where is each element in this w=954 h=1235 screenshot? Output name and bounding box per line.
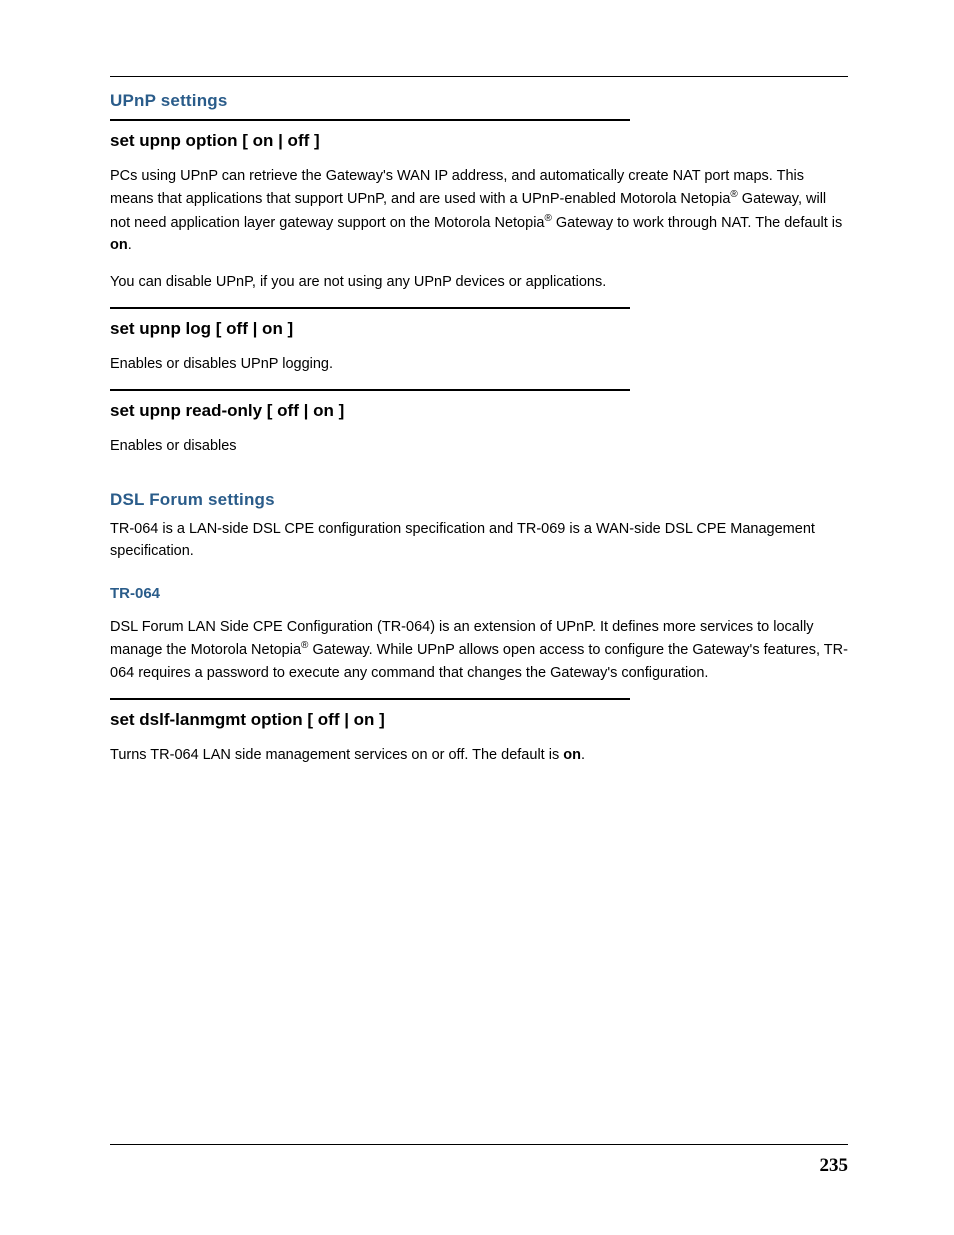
registered-mark: ® xyxy=(730,189,737,200)
divider-rule xyxy=(110,389,630,391)
cmd-set-upnp-log: set upnp log [ off | on ] xyxy=(110,319,848,339)
text-bold: on xyxy=(110,237,128,253)
upnp-option-description-2: You can disable UPnP, if you are not usi… xyxy=(110,271,848,293)
text-fragment: Turns TR-064 LAN side management service… xyxy=(110,747,563,763)
cmd-set-upnp-option: set upnp option [ on | off ] xyxy=(110,131,848,151)
dsl-forum-settings-heading: DSL Forum settings xyxy=(110,490,848,510)
upnp-option-description-1: PCs using UPnP can retrieve the Gateway'… xyxy=(110,165,848,257)
page-content: UPnP settings set upnp option [ on | off… xyxy=(0,0,954,767)
registered-mark: ® xyxy=(544,213,551,224)
divider-rule xyxy=(110,307,630,309)
upnp-log-description: Enables or disables UPnP logging. xyxy=(110,353,848,375)
upnp-settings-heading: UPnP settings xyxy=(110,91,848,111)
cmd-set-dslf-lanmgmt: set dslf-lanmgmt option [ off | on ] xyxy=(110,710,848,730)
tr064-description: DSL Forum LAN Side CPE Configuration (TR… xyxy=(110,616,848,684)
page-number: 235 xyxy=(820,1155,849,1177)
text-bold: on xyxy=(563,747,581,763)
dsl-forum-intro: TR-064 is a LAN-side DSL CPE configurati… xyxy=(110,518,848,563)
vertical-spacer xyxy=(110,472,848,490)
text-fragment: . xyxy=(128,237,132,253)
bottom-horizontal-rule xyxy=(110,1144,848,1145)
divider-rule xyxy=(110,119,630,121)
text-fragment: Gateway to work through NAT. The default… xyxy=(552,215,842,231)
text-fragment: PCs using UPnP can retrieve the Gateway'… xyxy=(110,168,804,207)
text-fragment: . xyxy=(581,747,585,763)
top-horizontal-rule xyxy=(110,76,848,77)
upnp-readonly-description: Enables or disables xyxy=(110,435,848,457)
dslf-lanmgmt-description: Turns TR-064 LAN side management service… xyxy=(110,744,848,766)
tr064-subheading: TR-064 xyxy=(110,585,848,602)
cmd-set-upnp-readonly: set upnp read-only [ off | on ] xyxy=(110,401,848,421)
divider-rule xyxy=(110,698,630,700)
